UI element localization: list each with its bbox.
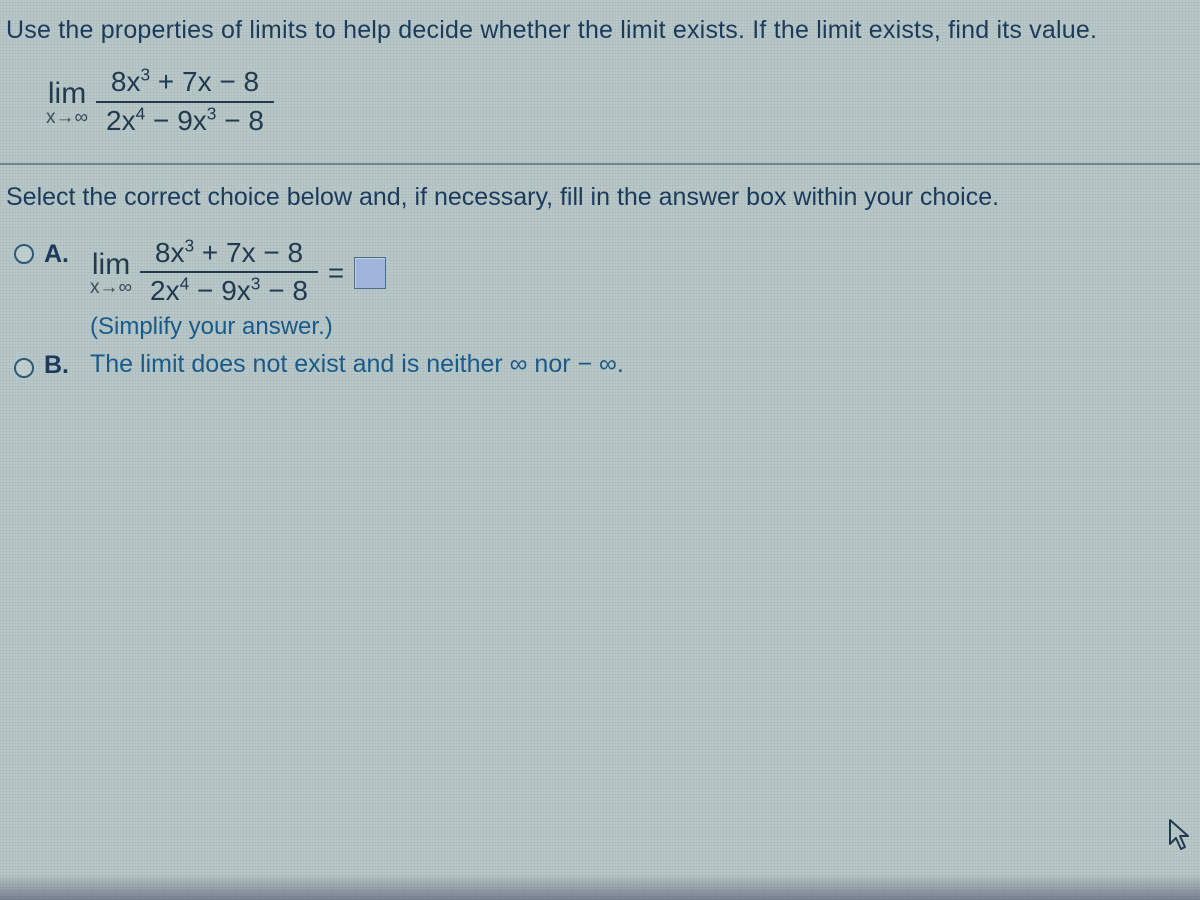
lim-subscript: x→∞ xyxy=(90,278,132,298)
limit-expression: lim x→∞ 8x3 + 7x − 8 2x4 − 9x3 − 8 xyxy=(0,53,1200,161)
denominator: 2x4 − 9x3 − 8 xyxy=(140,276,318,309)
footer-shadow xyxy=(0,874,1200,900)
fraction-bar xyxy=(96,101,274,103)
cursor-icon xyxy=(1168,818,1194,860)
choice-a-row[interactable]: A. lim x→∞ 8x3 + 7x − 8 2x4 − 9x3 − 8 = … xyxy=(14,238,1200,342)
lim-word: lim xyxy=(48,78,86,110)
choice-a-lim: lim x→∞ xyxy=(90,249,132,298)
simplify-note: (Simplify your answer.) xyxy=(90,313,386,341)
choice-a-body: lim x→∞ 8x3 + 7x − 8 2x4 − 9x3 − 8 = (Si… xyxy=(90,238,386,342)
numerator: 8x3 + 7x − 8 xyxy=(145,238,313,271)
instruction-text: Use the properties of limits to help dec… xyxy=(0,0,1200,53)
choice-b-row[interactable]: B. The limit does not exist and is neith… xyxy=(14,349,1200,380)
lim-word: lim xyxy=(92,249,130,281)
equals-sign: = xyxy=(328,257,344,289)
choice-a-fraction: 8x3 + 7x − 8 2x4 − 9x3 − 8 xyxy=(140,238,318,310)
lim-subscript: x→∞ xyxy=(46,108,88,128)
section-divider xyxy=(0,163,1200,165)
answer-input-box[interactable] xyxy=(354,257,386,289)
denominator: 2x4 − 9x3 − 8 xyxy=(96,106,274,139)
choice-a-letter: A. xyxy=(44,240,72,269)
fraction: 8x3 + 7x − 8 2x4 − 9x3 − 8 xyxy=(96,67,274,139)
choice-a-equation: lim x→∞ 8x3 + 7x − 8 2x4 − 9x3 − 8 = xyxy=(90,238,386,310)
choices-group: A. lim x→∞ 8x3 + 7x − 8 2x4 − 9x3 − 8 = … xyxy=(0,238,1200,381)
fraction-bar xyxy=(140,271,318,273)
limit-operator: lim x→∞ xyxy=(46,78,88,127)
radio-a[interactable] xyxy=(14,244,34,264)
select-instruction-text: Select the correct choice below and, if … xyxy=(0,183,1200,238)
choice-b-text: The limit does not exist and is neither … xyxy=(90,350,624,379)
numerator: 8x3 + 7x − 8 xyxy=(101,67,269,100)
choice-b-letter: B. xyxy=(44,351,72,380)
radio-b[interactable] xyxy=(14,358,34,378)
